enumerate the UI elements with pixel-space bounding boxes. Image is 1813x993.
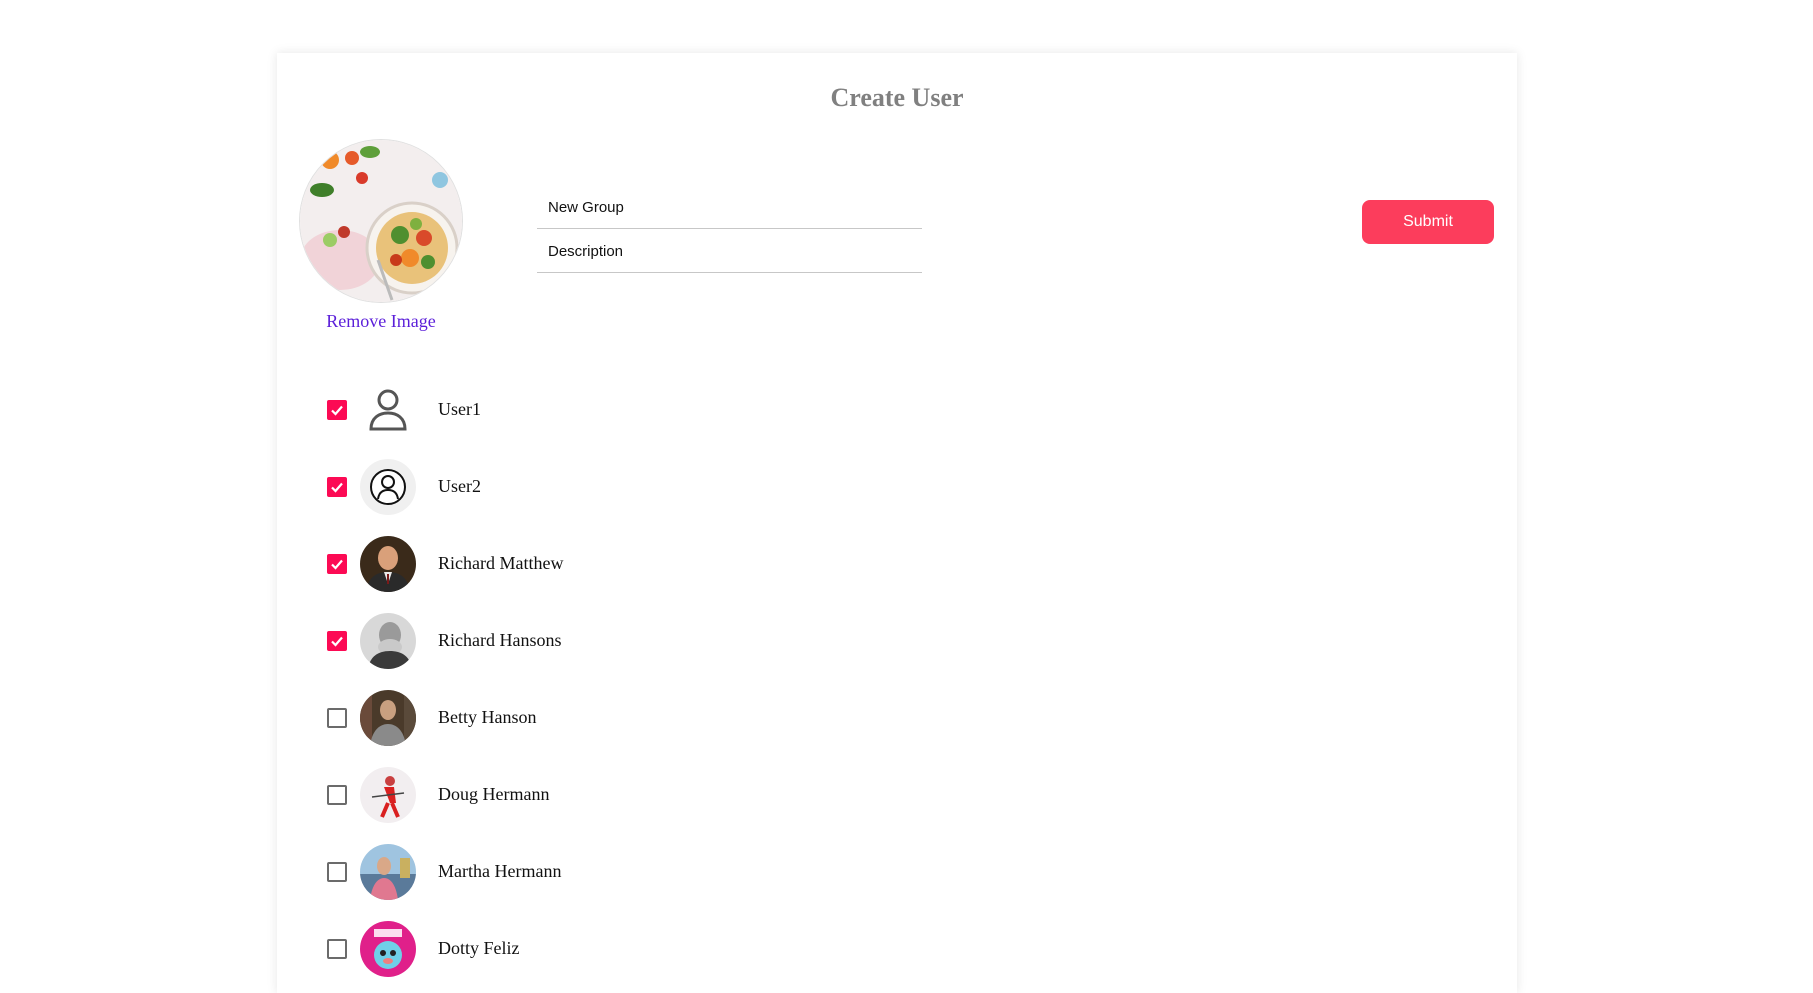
list-item: Betty Hanson	[327, 679, 563, 756]
user-name: Betty Hanson	[438, 707, 537, 727]
user-checkbox[interactable]	[327, 938, 347, 959]
remove-image-link[interactable]: Remove Image	[299, 311, 463, 332]
list-item: Martha Hermann	[327, 833, 563, 910]
user-checkbox[interactable]	[327, 784, 347, 805]
page-title: Create User	[830, 83, 964, 112]
submit-button[interactable]: Submit	[1362, 200, 1494, 244]
photo-skier-icon	[360, 766, 416, 823]
list-item: Richard Matthew	[327, 525, 563, 602]
user-name: User1	[438, 399, 481, 419]
avatar	[360, 382, 416, 438]
description-input[interactable]	[537, 231, 922, 273]
user-name: Dotty Feliz	[438, 938, 520, 958]
avatar	[360, 766, 416, 823]
user-list: User1 User2 Richard Matthew Richard Hans…	[327, 371, 563, 987]
photo-dotty-cartoon-icon	[360, 920, 416, 977]
user-checkbox[interactable]	[327, 553, 347, 574]
user-checkbox[interactable]	[327, 861, 347, 882]
avatar	[360, 612, 416, 669]
photo-man-suit-icon	[360, 535, 416, 592]
avatar	[360, 843, 416, 900]
user-name: Martha Hermann	[438, 861, 562, 881]
list-item: Doug Hermann	[327, 756, 563, 833]
user-name: User2	[438, 476, 481, 496]
list-item: Richard Hansons	[327, 602, 563, 679]
photo-woman-library-icon	[360, 689, 416, 746]
list-item: Dotty Feliz	[327, 910, 563, 987]
avatar	[360, 535, 416, 592]
photo-woman-harbor-icon	[360, 843, 416, 900]
check-icon	[331, 559, 343, 570]
check-icon	[331, 482, 343, 493]
user-name: Richard Hansons	[438, 630, 562, 650]
user-name: Richard Matthew	[438, 553, 564, 573]
avatar	[360, 920, 416, 977]
list-item: User1	[327, 371, 563, 448]
user-checkbox[interactable]	[327, 399, 347, 420]
list-item: User2	[327, 448, 563, 525]
group-image[interactable]	[299, 139, 463, 303]
person-outline-icon	[369, 389, 407, 430]
group-name-input[interactable]	[537, 187, 922, 229]
user-checkbox[interactable]	[327, 476, 347, 497]
avatar	[360, 458, 416, 515]
user-checkbox[interactable]	[327, 630, 347, 651]
user-name: Doug Hermann	[438, 784, 550, 804]
check-icon	[331, 636, 343, 647]
person-circle-icon	[370, 468, 406, 505]
salad-photo-icon	[300, 140, 462, 302]
check-icon	[331, 405, 343, 416]
user-checkbox[interactable]	[327, 707, 347, 728]
photo-bw-portrait-icon	[360, 612, 416, 669]
create-user-card: Create User Remove Image Submit	[277, 53, 1517, 993]
avatar	[360, 689, 416, 746]
